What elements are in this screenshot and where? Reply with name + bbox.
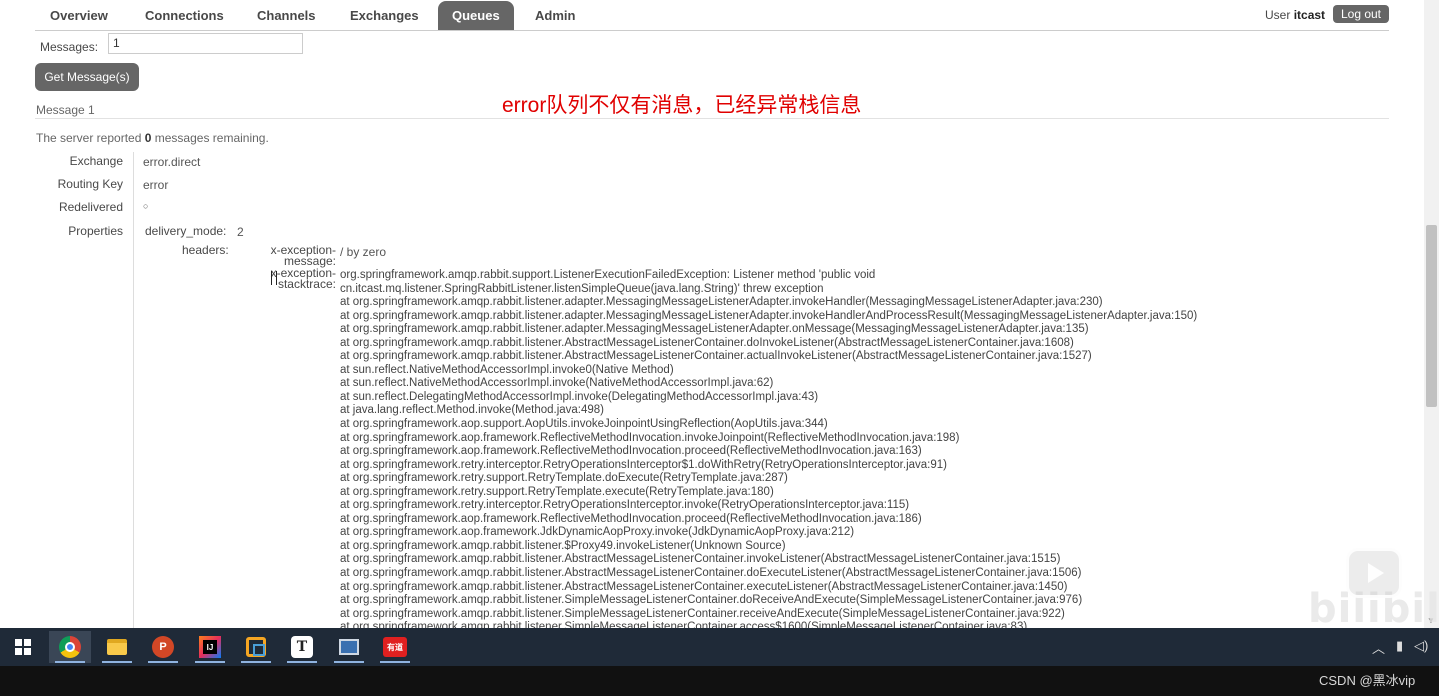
youdao-icon[interactable]: 有道: [374, 631, 416, 663]
stacktrace-line: at org.springframework.retry.support.Ret…: [340, 472, 788, 485]
stacktrace-line: at org.springframework.amqp.rabbit.liste…: [340, 350, 1092, 363]
x-exception-message-label: x-exception- message:: [264, 244, 336, 267]
remaining-count: 0: [144, 131, 152, 145]
stacktrace-line: at org.springframework.aop.framework.Jdk…: [340, 526, 855, 539]
text-cursor-icon: [271, 271, 277, 285]
message-heading: Message 1: [36, 103, 95, 117]
redelivered-label: Redelivered: [58, 200, 123, 214]
tab-overview[interactable]: Overview: [36, 1, 122, 30]
stacktrace-line: at org.springframework.retry.interceptor…: [340, 458, 947, 471]
stacktrace-line: at org.springframework.aop.framework.Ref…: [340, 512, 922, 525]
remaining-text: The server reported 0 messages remaining…: [36, 131, 269, 145]
remaining-prefix: The server reported: [36, 131, 142, 145]
stacktrace-line: at org.springframework.retry.support.Ret…: [340, 485, 774, 498]
tab-exchanges[interactable]: Exchanges: [336, 1, 433, 30]
chrome-icon[interactable]: [49, 631, 91, 663]
remaining-suffix: messages remaining.: [154, 131, 269, 145]
tab-queues[interactable]: Queues: [438, 1, 514, 30]
top-nav: Overview Connections Channels Exchanges …: [0, 0, 1439, 31]
user-prefix: User: [1265, 8, 1291, 22]
stacktrace-line: at org.springframework.amqp.rabbit.liste…: [340, 336, 1074, 349]
stacktrace-line: at org.springframework.amqp.rabbit.liste…: [340, 296, 1103, 309]
red-annotation: error队列不仅有消息，已经异常栈信息: [502, 94, 862, 117]
tray-mouse-icon[interactable]: ▮: [1396, 638, 1403, 654]
stacktrace-line: at org.springframework.amqp.rabbit.liste…: [340, 309, 1198, 322]
tab-channels[interactable]: Channels: [243, 1, 330, 30]
routing-key-value: error: [143, 178, 169, 192]
stacktrace-line: at org.springframework.amqp.rabbit.liste…: [340, 580, 1068, 593]
exchange-value: error.direct: [143, 155, 201, 169]
intellij-idea-icon[interactable]: IJ: [189, 631, 231, 663]
stacktrace-line: at org.springframework.amqp.rabbit.liste…: [340, 553, 1061, 566]
stacktrace-line: at org.springframework.retry.interceptor…: [340, 499, 910, 512]
csdn-watermark: CSDN @黑冰vip: [1319, 673, 1416, 688]
stacktrace-line: at org.springframework.amqp.rabbit.liste…: [340, 594, 1083, 607]
powerpoint-letter: P: [152, 636, 174, 658]
file-explorer-icon[interactable]: [96, 631, 138, 663]
exchange-label: Exchange: [69, 154, 123, 168]
stacktrace-line: at sun.reflect.NativeMethodAccessorImpl.…: [340, 377, 774, 390]
youdao-label: 有道: [383, 637, 407, 657]
idea-letters: IJ: [203, 640, 217, 654]
video-bottom-band: [0, 666, 1439, 696]
remote-desktop-icon[interactable]: [328, 631, 370, 663]
stacktrace-text: org.springframework.amqp.rabbit.support.…: [340, 269, 1400, 635]
messages-count-input[interactable]: 1: [108, 33, 303, 54]
routing-key-label: Routing Key: [57, 177, 123, 191]
user-name: itcast: [1293, 8, 1326, 22]
stacktrace-line: at org.springframework.amqp.rabbit.liste…: [340, 539, 786, 552]
windows-start-icon[interactable]: [2, 631, 44, 663]
get-messages-button[interactable]: Get Message(s): [35, 63, 139, 91]
stacktrace-line: at org.springframework.aop.support.AopUt…: [340, 418, 828, 431]
tab-admin[interactable]: Admin: [521, 1, 589, 30]
stacktrace-line: org.springframework.amqp.rabbit.support.…: [340, 269, 876, 281]
current-user: User itcast: [1265, 8, 1325, 22]
stacktrace-line: cn.itcast.mq.listener.SpringRabbitListen…: [340, 282, 824, 295]
tab-connections[interactable]: Connections: [131, 1, 238, 30]
redelivered-value: ○: [143, 201, 149, 211]
tray-volume-icon[interactable]: ◁): [1414, 638, 1428, 654]
properties-label: Properties: [68, 224, 123, 238]
stacktrace-line: at org.springframework.aop.framework.Ref…: [340, 431, 960, 444]
stacktrace-line: at org.springframework.aop.framework.Ref…: [340, 445, 922, 458]
typora-icon[interactable]: T: [281, 631, 323, 663]
scrollbar-thumb[interactable]: [1426, 225, 1437, 407]
windows-taskbar: P IJ T 有道 ︿ ▮ ◁): [0, 628, 1439, 666]
stacktrace-line: at org.springframework.amqp.rabbit.liste…: [340, 607, 1065, 620]
tray-chevron-up-icon[interactable]: ︿: [1372, 638, 1385, 657]
nav-divider: [35, 30, 1389, 31]
delivery-mode-label: delivery_mode:: [145, 224, 227, 238]
video-play-icon: [1346, 548, 1402, 598]
message-divider: [35, 118, 1389, 119]
vmware-icon[interactable]: [235, 631, 277, 663]
stacktrace-line: at sun.reflect.DelegatingMethodAccessorI…: [340, 390, 819, 403]
stacktrace-line: at java.lang.reflect.Method.invoke(Metho…: [340, 404, 605, 417]
delivery-mode-value: 2: [237, 225, 244, 239]
powerpoint-icon[interactable]: P: [142, 631, 184, 663]
stacktrace-line: at sun.reflect.NativeMethodAccessorImpl.…: [340, 363, 674, 376]
table-divider: [133, 152, 134, 628]
stacktrace-line: at org.springframework.amqp.rabbit.liste…: [340, 567, 1082, 580]
x-exception-message-value: / by zero: [340, 245, 387, 259]
headers-label: headers:: [182, 243, 229, 257]
logout-button[interactable]: Log out: [1333, 5, 1389, 23]
typora-letter: T: [291, 636, 313, 658]
messages-label: Messages:: [40, 40, 99, 54]
stacktrace-line: at org.springframework.amqp.rabbit.liste…: [340, 323, 1089, 336]
